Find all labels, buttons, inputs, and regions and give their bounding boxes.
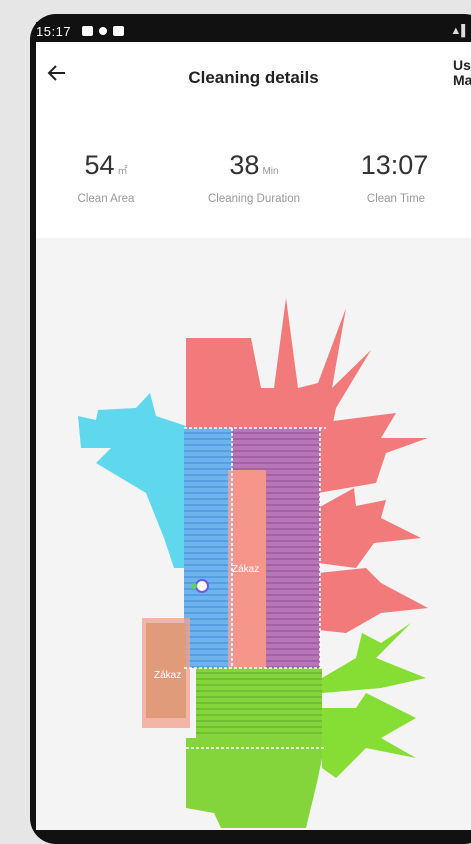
status-bar: 15:17 ▲▌ [36, 22, 471, 42]
cleaning-duration-value: 38 [229, 150, 260, 180]
stat-clean-area: 54 ㎡ Clean Area [36, 150, 176, 205]
room-green-bottom [186, 738, 326, 828]
room-red-side-2 [318, 488, 421, 568]
screen: Cleaning details Us Ma 54 ㎡ Clean Area 38… [36, 42, 471, 830]
wifi-signal-icon: ▲▌ [450, 25, 469, 37]
room-green-right-1 [322, 623, 426, 693]
room-red-side-1 [318, 413, 428, 493]
room-red-side-3 [318, 568, 428, 633]
zone-label-1: Zákaz [232, 564, 259, 575]
room-green-center [196, 668, 322, 738]
stat-cleaning-duration: 38 Min Cleaning Duration [184, 150, 324, 205]
app-header: Cleaning details Us Ma [36, 42, 471, 112]
cleaning-map[interactable]: Zákaz Zákaz [36, 238, 471, 830]
status-time: 15:17 [36, 24, 72, 39]
battery-notification-icon [113, 26, 124, 36]
room-cyan [78, 393, 186, 568]
room-green-right-2 [322, 693, 416, 778]
map-canvas: Zákaz Zákaz [78, 298, 428, 828]
clean-time-value: 13:07 [360, 150, 429, 180]
cleaning-duration-label: Cleaning Duration [207, 193, 301, 205]
robot-position-icon [195, 579, 209, 593]
clean-area-label: Clean Area [77, 193, 135, 205]
clean-area-unit: ㎡ [117, 166, 128, 177]
cleaning-duration-unit: Min [262, 166, 279, 177]
dock-icon [191, 583, 197, 589]
zone-label-2: Zákaz [154, 670, 181, 681]
room-red-top [186, 298, 371, 428]
header-action-button[interactable]: Us Ma [453, 58, 471, 88]
stat-clean-time: 13:07 Clean Time [326, 150, 466, 205]
image-notification-icon [82, 26, 93, 36]
clean-time-label: Clean Time [366, 193, 426, 205]
page-title: Cleaning details [188, 68, 319, 87]
notification-icon [99, 27, 107, 35]
room-blue [184, 428, 232, 668]
clean-area-value: 54 [84, 150, 115, 180]
cleaning-stats: 54 ㎡ Clean Area 38 Min Cleaning Duration 1… [36, 150, 471, 220]
